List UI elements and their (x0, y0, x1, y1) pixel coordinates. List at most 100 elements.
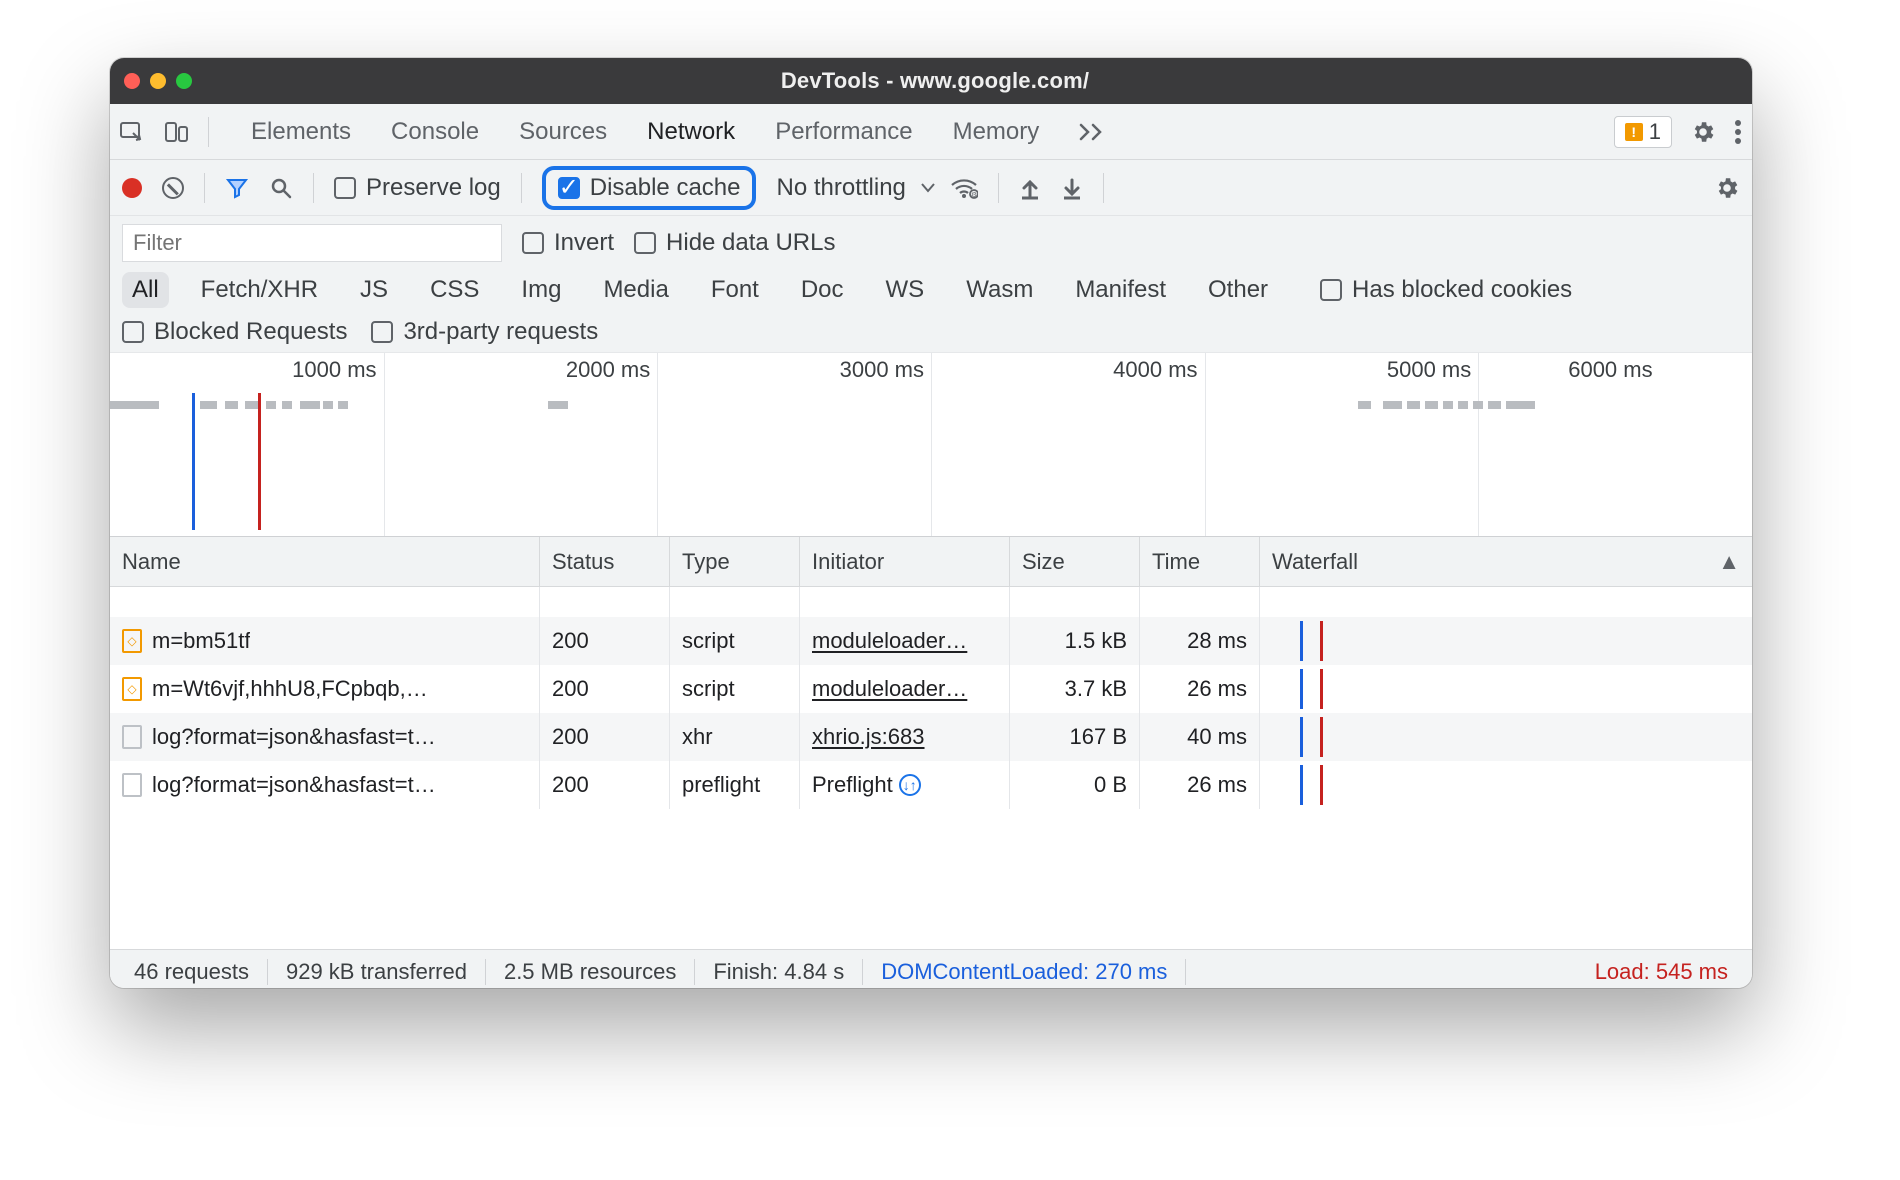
filter-toggle-icon[interactable] (225, 176, 249, 200)
network-toolbar: Preserve log ✓ Disable cache No throttli… (110, 160, 1752, 216)
script-file-icon (122, 677, 142, 701)
table-header: Name Status Type Initiator Size Time Wat… (110, 537, 1752, 587)
table-row[interactable]: m=bm51tf 200 script moduleloader… 1.5 kB… (110, 617, 1752, 665)
settings-icon[interactable] (1690, 119, 1716, 145)
zoom-window-button[interactable] (176, 73, 192, 89)
cell-name: m=Wt6vjf,hhhU8,FCpbqb,… (152, 676, 428, 702)
type-pill-ws[interactable]: WS (876, 272, 935, 308)
blocked-requests-label: Blocked Requests (154, 318, 347, 346)
cell-type: preflight (682, 772, 760, 798)
separator (313, 173, 314, 203)
type-pill-all[interactable]: All (122, 272, 169, 308)
record-button[interactable] (122, 178, 142, 198)
cell-time: 40 ms (1187, 724, 1247, 750)
window-titlebar: DevTools - www.google.com/ (110, 58, 1752, 104)
separator (208, 117, 209, 147)
type-pill-doc[interactable]: Doc (791, 272, 854, 308)
separator (998, 173, 999, 203)
table-row[interactable]: m=Wt6vjf,hhhU8,FCpbqb,… 200 script modul… (110, 665, 1752, 713)
cell-initiator[interactable]: xhrio.js:683 (812, 724, 925, 750)
toggle-device-toolbar-icon[interactable] (164, 120, 190, 144)
blocked-requests-checkbox[interactable]: Blocked Requests (122, 318, 347, 346)
export-har-icon[interactable] (1061, 176, 1083, 200)
generic-file-icon (122, 725, 142, 749)
tab-elements[interactable]: Elements (251, 118, 351, 146)
preserve-log-checkbox[interactable]: Preserve log (334, 174, 501, 202)
third-party-label: 3rd-party requests (403, 318, 598, 346)
dropdown-caret-icon (920, 182, 936, 194)
minimize-window-button[interactable] (150, 73, 166, 89)
cell-status: 200 (552, 676, 589, 702)
type-pill-css[interactable]: CSS (420, 272, 489, 308)
overview-tick: 4000 ms (1113, 357, 1205, 383)
more-tabs-icon[interactable] (1079, 123, 1105, 141)
overview-tick: 2000 ms (566, 357, 658, 383)
clear-button[interactable] (162, 177, 184, 199)
cell-size: 1.5 kB (1065, 628, 1127, 654)
th-name[interactable]: Name (110, 537, 540, 586)
inspect-element-icon[interactable] (120, 120, 146, 144)
cell-time: 26 ms (1187, 772, 1247, 798)
th-initiator[interactable]: Initiator (800, 537, 1010, 586)
issues-badge[interactable]: ! 1 (1614, 116, 1672, 148)
table-row[interactable]: log?format=json&hasfast=t… 200 preflight… (110, 761, 1752, 809)
cell-time: 26 ms (1187, 676, 1247, 702)
cell-size: 0 B (1094, 772, 1127, 798)
status-load: Load: 545 ms (1577, 959, 1746, 985)
network-settings-icon[interactable] (1714, 175, 1740, 201)
invert-checkbox[interactable]: Invert (522, 229, 614, 257)
cell-initiator[interactable]: moduleloader… (812, 628, 967, 654)
tab-performance[interactable]: Performance (775, 118, 912, 146)
search-icon[interactable] (269, 176, 293, 200)
status-domcontentloaded: DOMContentLoaded: 270 ms (863, 959, 1186, 985)
tab-console[interactable]: Console (391, 118, 479, 146)
separator (521, 173, 522, 203)
disable-cache-label: Disable cache (590, 174, 741, 202)
svg-text:⚙: ⚙ (971, 191, 977, 199)
separator (204, 173, 205, 203)
tab-memory[interactable]: Memory (953, 118, 1040, 146)
network-overview[interactable]: 1000 ms 2000 ms 3000 ms 4000 ms 5000 ms … (110, 353, 1752, 537)
cell-initiator[interactable]: moduleloader… (812, 676, 967, 702)
hide-data-urls-label: Hide data URLs (666, 229, 835, 257)
th-type[interactable]: Type (670, 537, 800, 586)
th-status[interactable]: Status (540, 537, 670, 586)
third-party-checkbox[interactable]: 3rd-party requests (371, 318, 598, 346)
type-pill-font[interactable]: Font (701, 272, 769, 308)
network-status-bar: 46 requests 929 kB transferred 2.5 MB re… (110, 949, 1752, 988)
more-options-icon[interactable] (1734, 119, 1742, 145)
tab-network[interactable]: Network (647, 118, 735, 146)
filter-input[interactable] (122, 224, 502, 262)
table-row[interactable]: log?format=json&hasfast=t… 200 xhr xhrio… (110, 713, 1752, 761)
type-pill-wasm[interactable]: Wasm (956, 272, 1043, 308)
blocked-cookies-checkbox[interactable]: Has blocked cookies (1320, 276, 1572, 304)
request-type-filters: All Fetch/XHR JS CSS Img Media Font Doc … (122, 272, 1740, 308)
preserve-log-label: Preserve log (366, 174, 501, 202)
type-pill-fetch-xhr[interactable]: Fetch/XHR (191, 272, 328, 308)
cell-type: script (682, 676, 735, 702)
type-pill-js[interactable]: JS (350, 272, 398, 308)
th-time[interactable]: Time (1140, 537, 1260, 586)
type-pill-img[interactable]: Img (511, 272, 571, 308)
cell-name: log?format=json&hasfast=t… (152, 724, 436, 750)
throttling-select[interactable]: No throttling ⚙ (776, 174, 977, 202)
th-waterfall[interactable]: Waterfall▲ (1260, 537, 1752, 586)
hide-data-urls-checkbox[interactable]: Hide data URLs (634, 229, 835, 257)
status-requests: 46 requests (116, 959, 268, 985)
type-pill-other[interactable]: Other (1198, 272, 1278, 308)
th-size[interactable]: Size (1010, 537, 1140, 586)
cell-name: m=bm51tf (152, 628, 250, 654)
close-window-button[interactable] (124, 73, 140, 89)
tab-sources[interactable]: Sources (519, 118, 607, 146)
disable-cache-checkbox[interactable]: ✓ Disable cache (542, 166, 757, 210)
invert-label: Invert (554, 229, 614, 257)
issues-count: 1 (1649, 119, 1661, 145)
type-pill-manifest[interactable]: Manifest (1065, 272, 1176, 308)
network-conditions-icon[interactable]: ⚙ (950, 177, 978, 199)
window-controls (124, 73, 192, 89)
overview-tick: 3000 ms (840, 357, 932, 383)
network-filter-bar: Invert Hide data URLs All Fetch/XHR JS C… (110, 216, 1752, 353)
type-pill-media[interactable]: Media (593, 272, 678, 308)
import-har-icon[interactable] (1019, 176, 1041, 200)
overview-load-marker (258, 393, 261, 530)
